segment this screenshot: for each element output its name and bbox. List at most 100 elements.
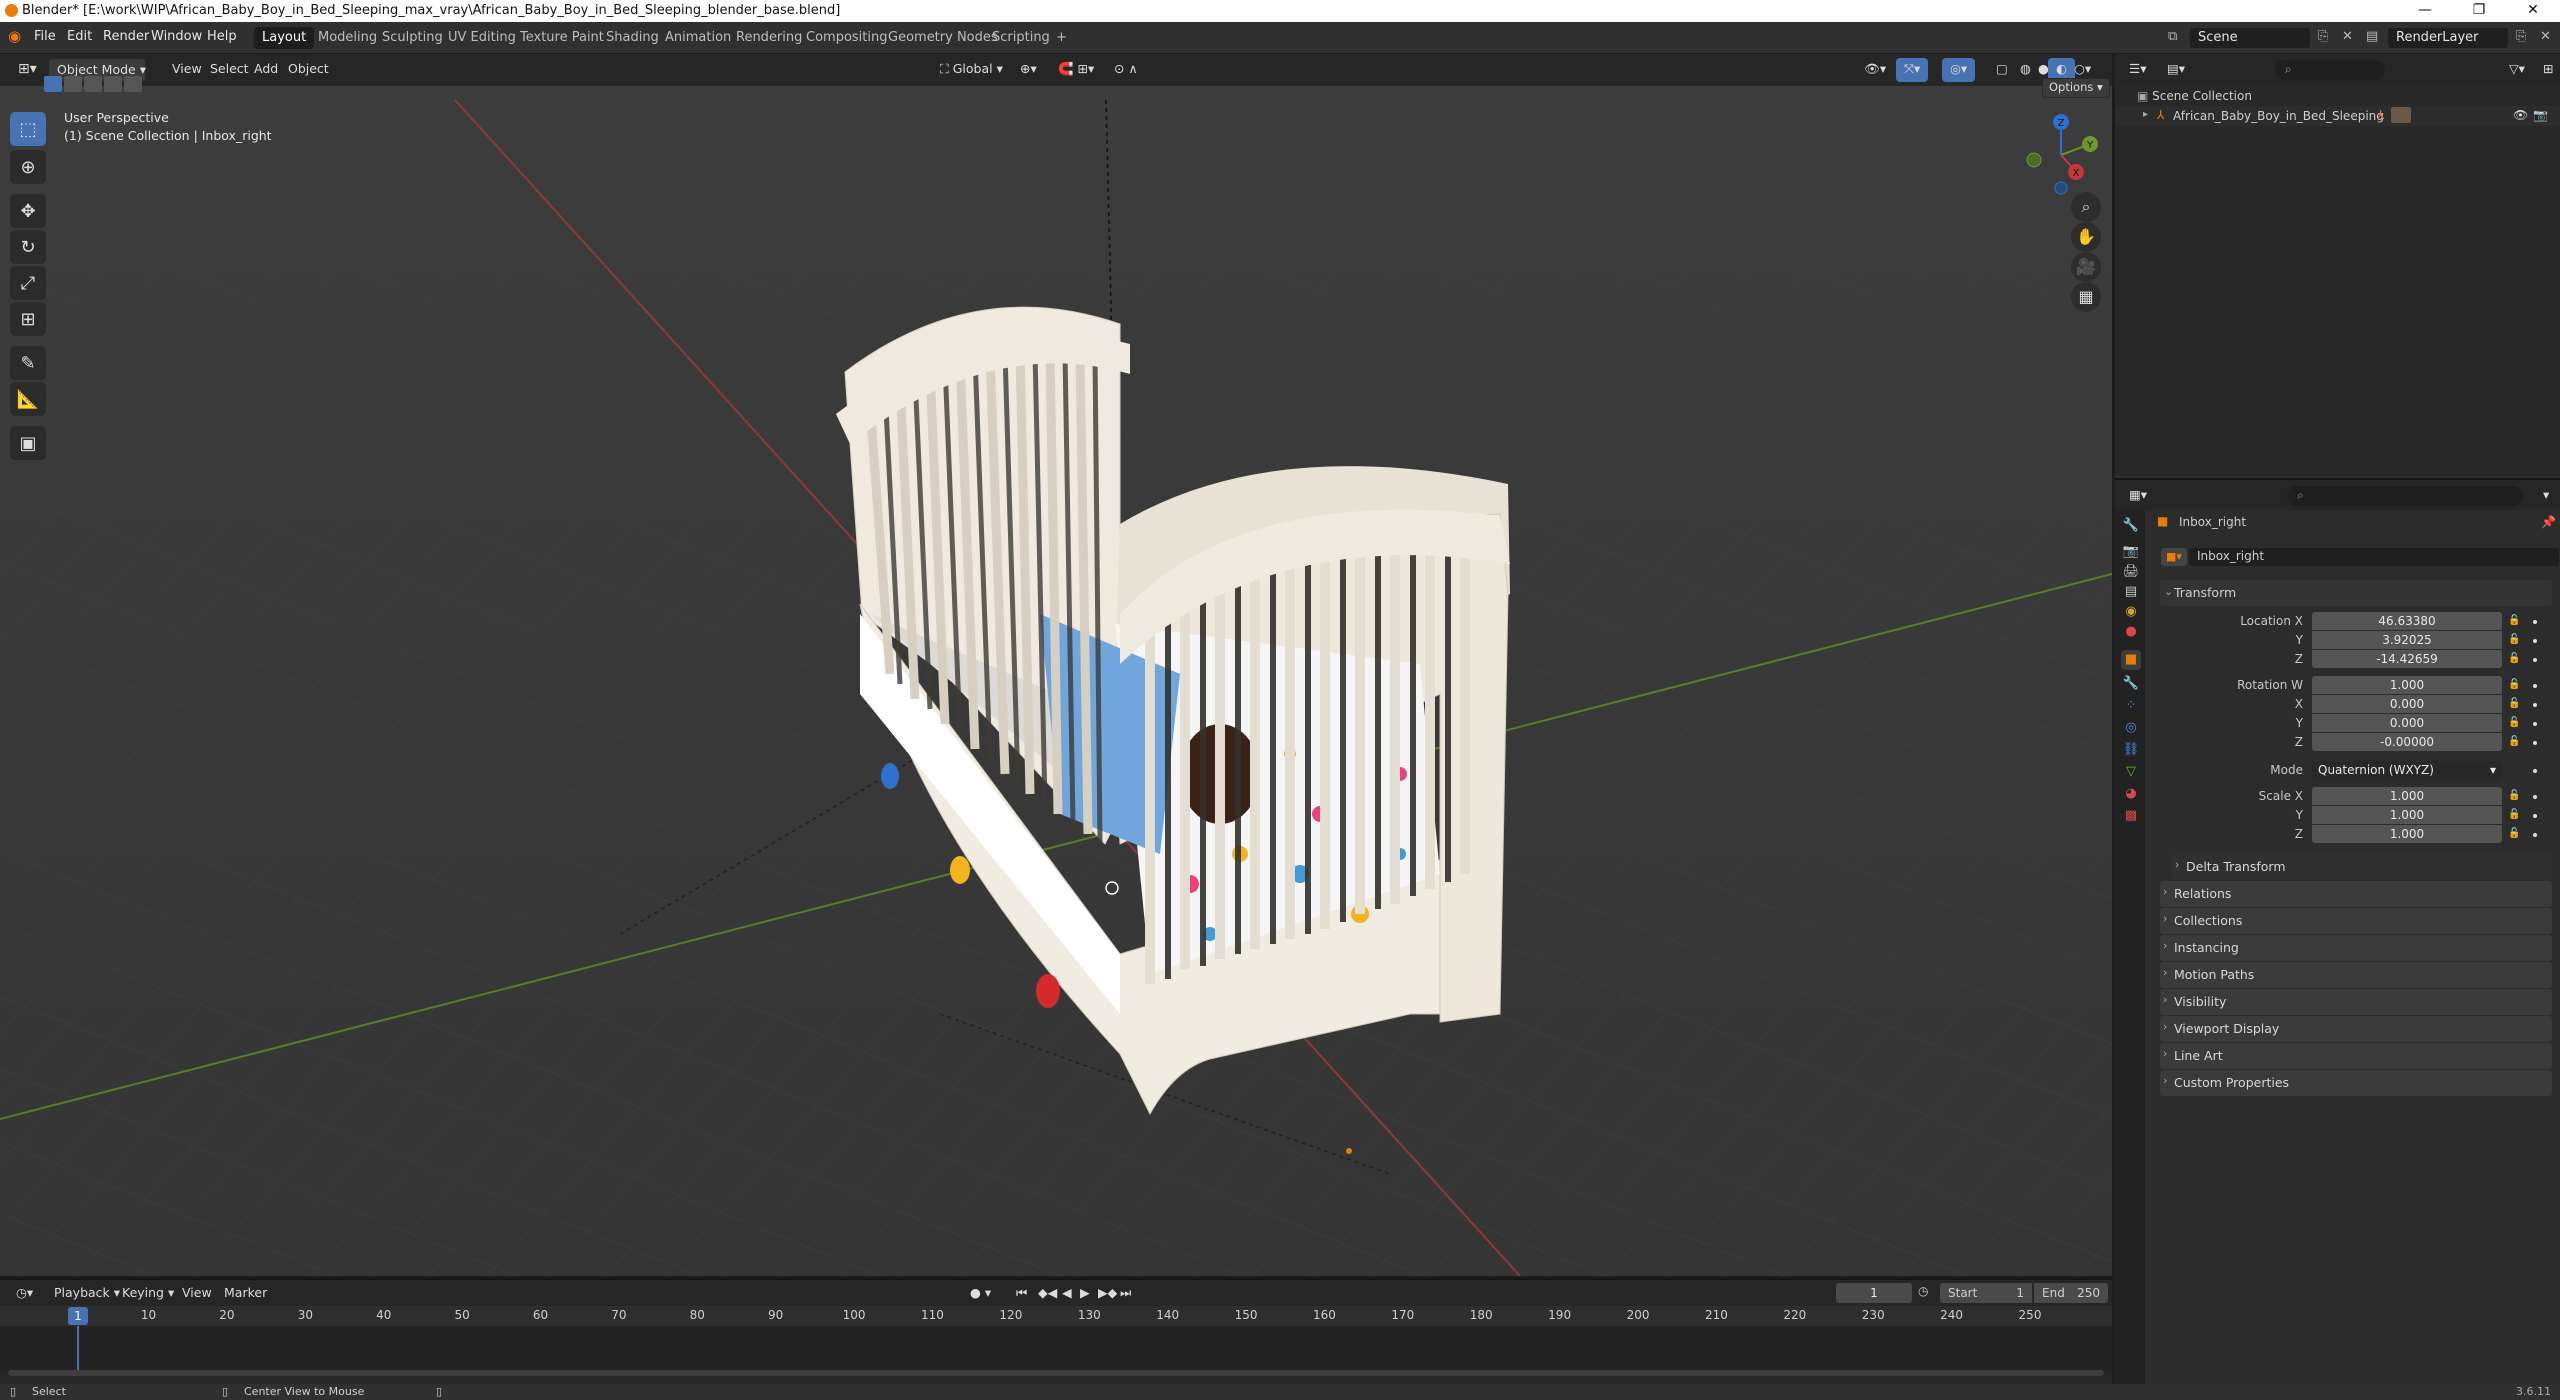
output-tab-icon[interactable]: 🖨 (2121, 562, 2141, 582)
timeline-track[interactable] (0, 1326, 2112, 1376)
scale-z-field[interactable]: 1.000 (2312, 825, 2502, 843)
record-icon[interactable]: ● ▾ (962, 1282, 999, 1306)
menu-window[interactable]: Window (151, 29, 202, 44)
menu-help[interactable]: Help (207, 29, 237, 44)
material-tab-icon[interactable]: ◕ (2121, 784, 2141, 804)
object-type-icon[interactable]: ■▾ (2161, 548, 2187, 566)
menu-marker[interactable]: Marker (216, 1282, 275, 1306)
gizmo-toggle-icon[interactable]: ⤧▾ (1896, 58, 1929, 82)
scale-x-field[interactable]: 1.000 (2312, 787, 2502, 805)
lock-icon[interactable]: 🔓 (2508, 809, 2520, 820)
editor-type-icon[interactable]: ⊞▾ (10, 58, 45, 82)
playhead-frame-label[interactable]: 1 (68, 1307, 88, 1325)
constraints-tab-icon[interactable]: ⛓ (2121, 740, 2141, 760)
menu-object[interactable]: Object (280, 58, 337, 82)
timeline-editor-type-icon[interactable]: ◷▾ (8, 1282, 41, 1306)
outliner-item-row[interactable]: ▸ ⅄ African_Baby_Boy_in_Bed_Sleeping ⅄ 👁… (2115, 106, 2560, 126)
outliner-editor-type-icon[interactable]: ☰▾ (2121, 58, 2154, 82)
location-x-field[interactable]: 46.63380 (2312, 612, 2502, 630)
filter-icon[interactable]: ▽▾ (2501, 58, 2533, 82)
particles-tab-icon[interactable]: ⁘ (2121, 696, 2141, 716)
scene-selector[interactable]: Scene (2190, 28, 2310, 48)
camera-view-icon[interactable]: 🎥 (2071, 252, 2101, 282)
keyframe-dot-icon[interactable] (2533, 741, 2537, 745)
menu-edit[interactable]: Edit (67, 29, 92, 44)
panel-relations[interactable]: › Relations (2160, 881, 2552, 907)
ortho-grid-icon[interactable]: ▦ (2071, 282, 2101, 312)
delta-transform-subpanel[interactable]: › Delta Transform (2172, 854, 2552, 880)
3d-viewport[interactable]: ⊞▾ Object Mode ▾ View Select Add Object … (0, 54, 2112, 1276)
select-subtract-icon[interactable] (84, 76, 102, 92)
data-tab-icon[interactable]: ▽ (2121, 762, 2141, 782)
panel-collections[interactable]: › Collections (2160, 908, 2552, 934)
pan-hand-icon[interactable]: ✋ (2071, 222, 2101, 252)
panel-custom-properties[interactable]: › Custom Properties (2160, 1070, 2552, 1096)
keyframe-dot-icon[interactable] (2533, 639, 2537, 643)
render-camera-icon[interactable]: 📷 (2533, 108, 2548, 122)
playhead-line[interactable] (77, 1326, 79, 1370)
lock-icon[interactable]: 🔓 (2508, 653, 2520, 664)
overlay-toggle-icon[interactable]: ◎▾ (1942, 58, 1976, 82)
keyframe-dot-icon[interactable] (2533, 684, 2537, 688)
select-extend-icon[interactable] (64, 76, 82, 92)
texture-tab-icon[interactable]: ▩ (2121, 806, 2141, 826)
object-name-field[interactable]: Inbox_right (2189, 548, 2559, 566)
select-difference-icon[interactable] (104, 76, 122, 92)
properties-options-icon[interactable]: ▾ (2535, 484, 2557, 508)
rotation-mode-dropdown[interactable]: Quaternion (WXYZ) ▾ (2312, 761, 2502, 779)
keyframe-dot-icon[interactable] (2533, 833, 2537, 837)
rotate-tool-icon[interactable]: ↻ (10, 230, 46, 264)
keyframe-dot-icon[interactable] (2533, 814, 2537, 818)
expand-icon[interactable]: ▸ (2143, 109, 2148, 120)
scene-tab-icon[interactable]: ◉ (2121, 602, 2141, 622)
render-tab-icon[interactable]: 📷 (2121, 542, 2141, 562)
keyframe-dot-icon[interactable] (2533, 620, 2537, 624)
keyframe-dot-icon[interactable] (2533, 769, 2537, 773)
tab-texture-paint[interactable]: Texture Paint (512, 27, 612, 49)
menu-keying[interactable]: Keying ▾ (114, 1282, 182, 1306)
scale-y-field[interactable]: 1.000 (2312, 806, 2502, 824)
menu-timeline-view[interactable]: View (174, 1282, 220, 1306)
scene-collection-row[interactable]: ▣ Scene Collection (2137, 86, 2252, 106)
select-box-tool-icon[interactable]: ⬚ (10, 112, 46, 146)
delete-view-layer-icon[interactable]: ✕ (2540, 29, 2551, 44)
new-collection-icon[interactable]: ⊞ (2535, 58, 2560, 82)
options-button[interactable]: Options ▾ (2042, 78, 2110, 98)
outliner-search-input[interactable]: ⌕ (2275, 60, 2385, 80)
annotate-tool-icon[interactable]: ✎ (10, 346, 46, 380)
lock-icon[interactable]: 🔓 (2508, 790, 2520, 801)
keyframe-dot-icon[interactable] (2533, 658, 2537, 662)
tab-animation[interactable]: Animation (657, 27, 739, 49)
maximize-button[interactable]: ❐ (2452, 0, 2506, 22)
snap-icon[interactable]: 🧲 ⊞▾ (1050, 58, 1102, 82)
timeline-scrollbar[interactable] (8, 1370, 2104, 1376)
transform-panel-header[interactable]: ⌄ Transform (2160, 580, 2552, 606)
visibility-eye-icon[interactable]: 👁 (2513, 108, 2528, 122)
view-layer-selector[interactable]: RenderLayer (2388, 28, 2508, 48)
properties-search-input[interactable]: ⌕ (2287, 486, 2523, 506)
panel-viewport-display[interactable]: › Viewport Display (2160, 1016, 2552, 1042)
pin-icon[interactable]: 📌 (2541, 515, 2556, 529)
rotation-x-field[interactable]: 0.000 (2312, 695, 2502, 713)
add-cube-tool-icon[interactable]: ▣ (10, 426, 46, 460)
lock-icon[interactable]: 🔓 (2508, 698, 2520, 709)
end-frame-field[interactable]: End 250 (2034, 1283, 2108, 1303)
clock-icon[interactable]: ◷ (1918, 1284, 1928, 1298)
panel-visibility[interactable]: › Visibility (2160, 989, 2552, 1015)
world-tab-icon[interactable]: ● (2121, 622, 2141, 642)
keyframe-dot-icon[interactable] (2533, 703, 2537, 707)
location-y-field[interactable]: 3.92025 (2312, 631, 2502, 649)
select-new-icon[interactable] (44, 76, 62, 92)
timeline-ruler[interactable]: 1 10 20 30 40 50 60 70 80 90 100 110 120 130 140 150 16… (0, 1306, 2112, 1326)
new-view-layer-icon[interactable]: ⎘ (2516, 29, 2526, 44)
properties-editor-type-icon[interactable]: ▦▾ (2121, 484, 2155, 508)
modifiers-tab-icon[interactable]: 🔧 (2121, 674, 2141, 694)
lock-icon[interactable]: 🔓 (2508, 736, 2520, 747)
current-frame-field[interactable]: 1 (1836, 1283, 1912, 1303)
lock-icon[interactable]: 🔓 (2508, 615, 2520, 626)
minimize-button[interactable]: — (2398, 0, 2452, 22)
lock-icon[interactable]: 🔓 (2508, 679, 2520, 690)
panel-instancing[interactable]: › Instancing (2160, 935, 2552, 961)
pivot-icon[interactable]: ⊕▾ (1012, 58, 1045, 82)
lock-icon[interactable]: 🔓 (2508, 717, 2520, 728)
